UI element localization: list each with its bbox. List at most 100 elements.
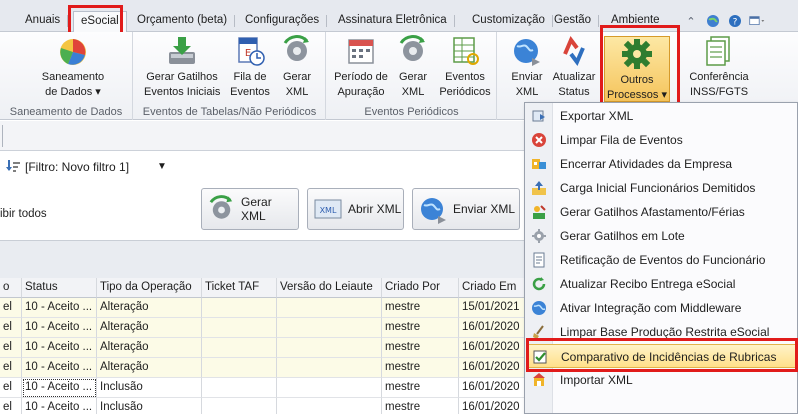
globe-icon xyxy=(532,301,546,315)
menu-item-gatilhos-lote[interactable]: Gerar Gatilhos em Lote xyxy=(526,224,796,248)
gear-icon xyxy=(532,229,546,243)
checklist-icon xyxy=(533,350,547,364)
eventos-periodicos-button[interactable]: Eventos Periódicos xyxy=(437,34,493,98)
gerar-xml-action-button[interactable]: Gerar XML xyxy=(201,188,299,230)
search-box-edge[interactable] xyxy=(0,125,3,147)
ribbon-group-tabelas: Gerar Gatilhos Eventos Iniciais E Fila d… xyxy=(134,32,326,120)
cell-criado-em: 16/01/2020 xyxy=(459,318,529,338)
tab-configuracoes[interactable]: Configurações xyxy=(238,13,328,32)
column-header-criado-por[interactable]: Criado Por xyxy=(382,278,459,298)
cell-criado-por: mestre xyxy=(382,338,459,358)
refresh-icon xyxy=(532,277,546,291)
layout-menu-icon[interactable] xyxy=(749,13,765,29)
menu-item-comparativo-incidencias[interactable]: Comparativo de Incidências de Rubricas xyxy=(526,344,796,368)
gear-arrow-icon xyxy=(399,35,425,61)
cell-versao xyxy=(277,378,382,398)
menu-item-exportar-xml[interactable]: Exportar XML xyxy=(526,104,796,128)
group-label-saneamento: Saneamento de Dados xyxy=(9,106,123,118)
cell-criado-por: mestre xyxy=(382,398,459,414)
pie-chart-icon xyxy=(60,39,86,65)
enviar-xml-button[interactable]: Enviar XML xyxy=(508,34,546,98)
periodo-apuracao-button[interactable]: Período de Apuração xyxy=(333,34,389,98)
menu-item-limpar-base-producao[interactable]: Limpar Base Produção Restrita eSocial xyxy=(526,320,796,344)
menu-item-limpar-fila[interactable]: Limpar Fila de Eventos xyxy=(526,128,796,152)
cell-versao xyxy=(277,338,382,358)
cell-criado-por: mestre xyxy=(382,298,459,318)
cell-criado-em: 16/01/2020 xyxy=(459,398,529,414)
gerar-gatilhos-eventos-iniciais-button[interactable]: Gerar Gatilhos Eventos Iniciais xyxy=(144,34,220,98)
cell-criado-por: mestre xyxy=(382,378,459,398)
gear-arrow-icon xyxy=(209,195,233,219)
window-controls: ⌃ ? xyxy=(683,12,765,30)
tab-gestao[interactable]: Gestão xyxy=(547,13,600,32)
cell-criado-por: mestre xyxy=(382,318,459,338)
cell-versao xyxy=(277,318,382,338)
cell-status: 10 - Aceito ... xyxy=(22,318,97,338)
tab-assinatura-eletronica[interactable]: Assinatura Eletrônica xyxy=(331,13,455,32)
menu-item-carga-inicial-demitidos[interactable]: Carga Inicial Funcionários Demitidos xyxy=(526,176,796,200)
delete-icon xyxy=(532,133,546,147)
help-icon[interactable]: ? xyxy=(727,13,743,29)
cell-ticket xyxy=(202,318,277,338)
menu-item-importar-xml[interactable]: Importar XML xyxy=(526,368,796,392)
sort-filter-icon[interactable] xyxy=(5,159,21,175)
globe-send-icon xyxy=(514,39,540,66)
outros-processos-menu: Exportar XML Limpar Fila de Eventos Ence… xyxy=(524,102,798,414)
cell-tipo: Inclusão xyxy=(97,378,202,398)
gerar-xml-tabelas-button[interactable]: Gerar XML xyxy=(278,34,316,98)
spreadsheet-icon xyxy=(453,37,479,65)
cell-ticket xyxy=(202,338,277,358)
conferencia-inss-fgts-button[interactable]: Conferência INSS/FGTS xyxy=(684,34,754,98)
cell-tipo: Alteração xyxy=(97,338,202,358)
column-header-ticket-taf[interactable]: Ticket TAF xyxy=(202,278,277,298)
column-header-versao-leiaute[interactable]: Versão do Leiaute xyxy=(277,278,382,298)
filter-label[interactable]: [Filtro: Novo filtro 1] xyxy=(25,160,129,174)
tab-esocial[interactable]: eSocial xyxy=(73,11,127,33)
cell-versao xyxy=(277,298,382,318)
outros-processos-button[interactable]: Outros Processos ▾ xyxy=(604,36,670,102)
tab-orcamento[interactable]: Orçamento (beta) xyxy=(130,13,236,32)
menu-item-encerrar-atividades[interactable]: Encerrar Atividades da Empresa xyxy=(526,152,796,176)
cell-ticket xyxy=(202,398,277,414)
globe-icon[interactable] xyxy=(705,13,721,29)
saneamento-dados-button[interactable]: Saneamento de Dados ▾ xyxy=(38,34,108,98)
svg-text:XML: XML xyxy=(320,206,337,215)
cell-status: 10 - Aceito ... xyxy=(22,338,97,358)
close-company-icon xyxy=(532,159,546,169)
cell-criado-em: 15/01/2021 xyxy=(459,298,529,318)
gerar-xml-periodicos-button[interactable]: Gerar XML xyxy=(395,34,431,98)
atualizar-status-button[interactable]: Atualizar Status xyxy=(551,34,597,98)
enviar-xml-action-button[interactable]: Enviar XML xyxy=(412,188,520,230)
tab-customizacao[interactable]: Customização xyxy=(465,13,553,32)
calendar-icon xyxy=(348,39,374,64)
gear-arrow-icon xyxy=(283,35,309,61)
column-header-criado-em[interactable]: Criado Em xyxy=(459,278,529,298)
menu-item-ativar-integracao[interactable]: Ativar Integração com Middleware xyxy=(526,296,796,320)
broom-icon xyxy=(533,325,544,339)
cell: el xyxy=(0,358,22,378)
menu-item-atualizar-recibo[interactable]: Atualizar Recibo Entrega eSocial xyxy=(526,272,796,296)
cell-ticket xyxy=(202,298,277,318)
cell-tipo: Alteração xyxy=(97,358,202,378)
menu-item-retificacao-eventos[interactable]: Retificação de Eventos do Funcionário xyxy=(526,248,796,272)
exibir-todos-label[interactable]: ibir todos xyxy=(0,208,47,220)
svg-text:?: ? xyxy=(733,18,738,28)
filter-dropdown-icon[interactable]: ▼ xyxy=(157,161,167,172)
download-tray-icon xyxy=(169,37,195,64)
document-edit-icon xyxy=(533,252,545,268)
menu-item-gatilhos-afastamento[interactable]: Gerar Gatilhos Afastamento/Férias xyxy=(526,200,796,224)
column-header[interactable]: o xyxy=(0,278,22,298)
cell: el xyxy=(0,318,22,338)
tab-ambiente[interactable]: Ambiente xyxy=(604,13,667,32)
ribbon-group-periodicos: Período de Apuração Gerar XML Eventos Pe… xyxy=(327,32,497,120)
cell: el xyxy=(0,298,22,318)
abrir-xml-action-button[interactable]: XML Abrir XML xyxy=(307,188,404,230)
fila-eventos-button[interactable]: E Fila de Eventos xyxy=(228,34,272,98)
column-header-status[interactable]: Status xyxy=(22,278,97,298)
tab-anuais[interactable]: Anuais xyxy=(18,13,69,32)
column-header-tipo-operacao[interactable]: Tipo da Operação xyxy=(97,278,202,298)
queue-document-icon: E xyxy=(238,37,265,66)
cell-status-focused: 10 - Aceito ... xyxy=(22,378,97,398)
group-label-periodicos: Eventos Periódicos xyxy=(364,106,459,118)
collapse-ribbon-icon[interactable]: ⌃ xyxy=(683,13,699,29)
